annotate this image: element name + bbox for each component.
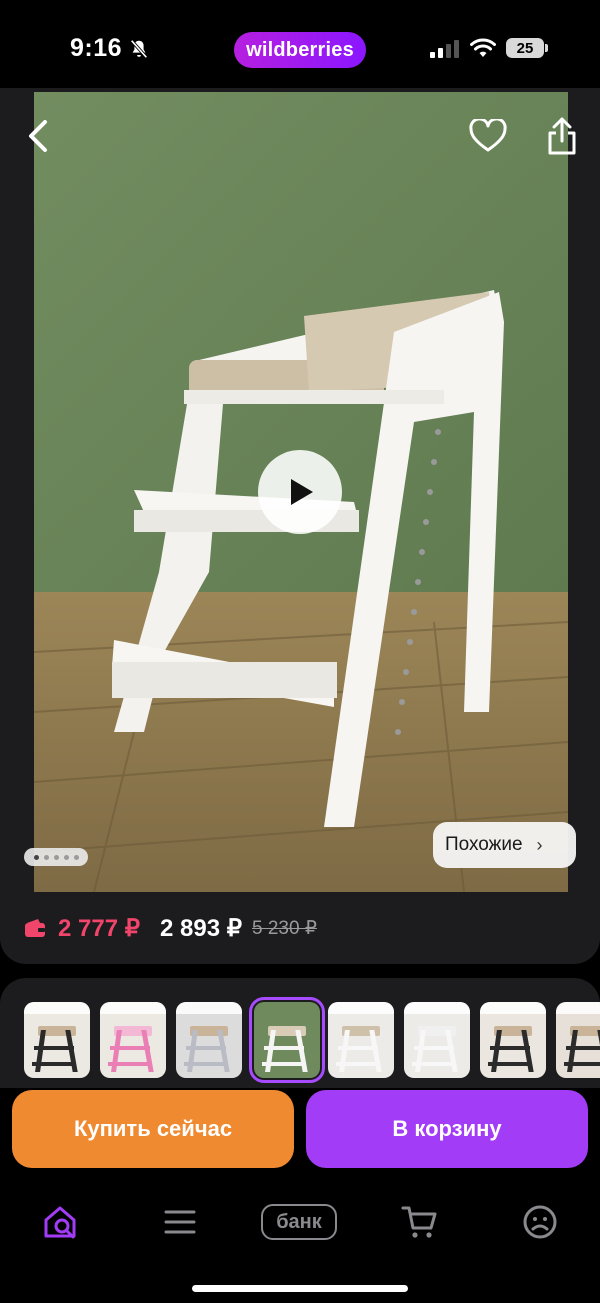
battery-icon: 25 bbox=[506, 38, 544, 58]
nav-cart[interactable] bbox=[398, 1200, 442, 1244]
wifi-icon bbox=[470, 38, 496, 57]
catalog-menu-icon bbox=[164, 1210, 196, 1234]
chevron-right-icon: › bbox=[536, 834, 543, 855]
favorite-button[interactable] bbox=[466, 114, 510, 158]
slide-dot bbox=[63, 854, 69, 860]
thumbnail[interactable] bbox=[328, 1002, 394, 1078]
nav-home[interactable] bbox=[38, 1200, 82, 1244]
bell-slash-icon bbox=[130, 39, 148, 59]
thumbnail-strip bbox=[0, 978, 600, 1088]
battery-tip bbox=[545, 44, 548, 52]
slide-dot bbox=[43, 854, 49, 860]
nav-profile[interactable] bbox=[518, 1200, 562, 1244]
back-button[interactable] bbox=[16, 114, 60, 158]
play-video-button[interactable] bbox=[258, 450, 342, 534]
thumbnail[interactable] bbox=[404, 1002, 470, 1078]
slide-dot bbox=[53, 854, 59, 860]
thumbnail[interactable] bbox=[249, 997, 325, 1083]
bank-label: банк bbox=[261, 1204, 337, 1240]
slide-dot bbox=[73, 854, 79, 860]
buy-now-button[interactable]: Купить сейчас bbox=[12, 1090, 294, 1168]
thumbnail[interactable] bbox=[24, 1002, 90, 1078]
status-bar: 9:16 wildberries 25 bbox=[0, 0, 600, 95]
similar-label: Похожие bbox=[445, 834, 523, 855]
brand-logo: wildberries bbox=[234, 32, 366, 68]
status-time: 9:16 bbox=[70, 34, 123, 62]
current-price: 2 893 ₽ bbox=[160, 914, 242, 942]
play-icon bbox=[291, 479, 313, 505]
thumbnail[interactable] bbox=[480, 1002, 546, 1078]
thumbnail[interactable] bbox=[100, 1002, 166, 1078]
price-row: 2 777 ₽ 2 893 ₽ 5 230 ₽ bbox=[24, 908, 317, 948]
wallet-icon bbox=[25, 919, 45, 937]
back-arrow-icon bbox=[29, 120, 47, 152]
share-button[interactable] bbox=[540, 114, 584, 158]
share-icon bbox=[548, 117, 576, 155]
thumbnail[interactable] bbox=[556, 1002, 600, 1078]
add-to-cart-button[interactable]: В корзину bbox=[306, 1090, 588, 1168]
home-indicator[interactable] bbox=[192, 1285, 408, 1292]
wallet-price: 2 777 ₽ bbox=[58, 914, 140, 942]
heart-icon bbox=[469, 119, 507, 152]
slide-dot bbox=[33, 854, 39, 860]
nav-bank[interactable]: банк bbox=[258, 1200, 340, 1244]
cart-icon bbox=[401, 1206, 437, 1238]
old-price: 5 230 ₽ bbox=[252, 917, 317, 939]
profile-icon bbox=[523, 1205, 557, 1239]
similar-button[interactable]: Похожие › bbox=[433, 822, 576, 868]
thumbnail[interactable] bbox=[176, 1002, 242, 1078]
slide-indicator bbox=[24, 848, 88, 866]
home-search-icon bbox=[44, 1206, 76, 1239]
nav-catalog[interactable] bbox=[158, 1200, 202, 1244]
signal-icon bbox=[430, 40, 459, 58]
